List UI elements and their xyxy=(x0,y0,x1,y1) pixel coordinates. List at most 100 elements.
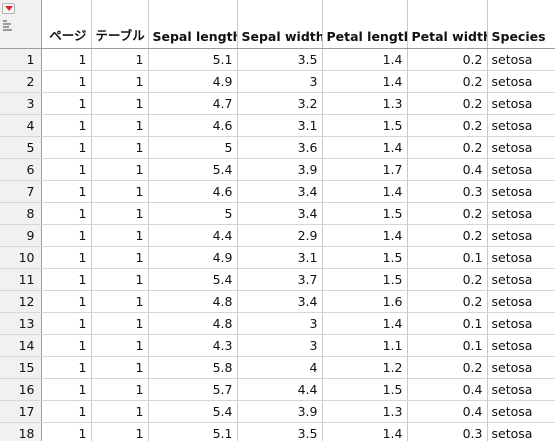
column-header-table[interactable]: テーブル xyxy=(91,0,149,49)
cell-petal-width[interactable]: 0.4 xyxy=(407,158,488,181)
table-row[interactable]: 14 1 1 4.3 3 1.1 0.1 setosa xyxy=(0,334,555,357)
column-header-species[interactable]: Species xyxy=(487,0,555,49)
row-number[interactable]: 15 xyxy=(0,356,42,379)
column-header-petal-length[interactable]: Petal length xyxy=(322,0,408,49)
row-number[interactable]: 1 xyxy=(0,48,42,71)
cell-sepal-width[interactable]: 3.5 xyxy=(237,422,323,441)
cell-table[interactable]: 1 xyxy=(91,334,149,357)
cell-sepal-length[interactable]: 5.4 xyxy=(148,158,238,181)
cell-page[interactable]: 1 xyxy=(41,268,92,291)
cell-species[interactable]: setosa xyxy=(487,378,555,401)
cell-petal-width[interactable]: 0.1 xyxy=(407,312,488,335)
cell-sepal-length[interactable]: 4.9 xyxy=(148,70,238,93)
table-row[interactable]: 13 1 1 4.8 3 1.4 0.1 setosa xyxy=(0,312,555,335)
cell-page[interactable]: 1 xyxy=(41,114,92,137)
cell-table[interactable]: 1 xyxy=(91,290,149,313)
table-row[interactable]: 17 1 1 5.4 3.9 1.3 0.4 setosa xyxy=(0,400,555,423)
cell-sepal-width[interactable]: 3.1 xyxy=(237,114,323,137)
cell-page[interactable]: 1 xyxy=(41,48,92,71)
row-number[interactable]: 18 xyxy=(0,422,42,441)
row-number[interactable]: 11 xyxy=(0,268,42,291)
cell-sepal-width[interactable]: 3.4 xyxy=(237,202,323,225)
cell-species[interactable]: setosa xyxy=(487,334,555,357)
cell-page[interactable]: 1 xyxy=(41,246,92,269)
cell-species[interactable]: setosa xyxy=(487,312,555,335)
column-header-page[interactable]: ページ xyxy=(41,0,92,49)
cell-page[interactable]: 1 xyxy=(41,158,92,181)
cell-petal-length[interactable]: 1.5 xyxy=(322,246,408,269)
column-header-petal-width[interactable]: Petal width xyxy=(407,0,488,49)
table-row[interactable]: 5 1 1 5 3.6 1.4 0.2 setosa xyxy=(0,136,555,159)
cell-species[interactable]: setosa xyxy=(487,48,555,71)
cell-page[interactable]: 1 xyxy=(41,180,92,203)
row-number[interactable]: 5 xyxy=(0,136,42,159)
cell-sepal-width[interactable]: 3 xyxy=(237,70,323,93)
table-row[interactable]: 1 1 1 5.1 3.5 1.4 0.2 setosa xyxy=(0,48,555,71)
cell-petal-width[interactable]: 0.4 xyxy=(407,378,488,401)
cell-petal-length[interactable]: 1.4 xyxy=(322,224,408,247)
cell-petal-width[interactable]: 0.2 xyxy=(407,70,488,93)
table-row[interactable]: 7 1 1 4.6 3.4 1.4 0.3 setosa xyxy=(0,180,555,203)
cell-petal-width[interactable]: 0.2 xyxy=(407,268,488,291)
cell-petal-width[interactable]: 0.1 xyxy=(407,334,488,357)
cell-sepal-width[interactable]: 3.7 xyxy=(237,268,323,291)
red-triangle-menu-icon[interactable] xyxy=(2,3,15,14)
column-list-icon[interactable] xyxy=(3,20,14,31)
cell-petal-length[interactable]: 1.4 xyxy=(322,48,408,71)
cell-page[interactable]: 1 xyxy=(41,136,92,159)
cell-table[interactable]: 1 xyxy=(91,202,149,225)
cell-table[interactable]: 1 xyxy=(91,70,149,93)
cell-petal-width[interactable]: 0.2 xyxy=(407,290,488,313)
cell-species[interactable]: setosa xyxy=(487,290,555,313)
cell-sepal-width[interactable]: 3.4 xyxy=(237,290,323,313)
cell-sepal-width[interactable]: 3 xyxy=(237,312,323,335)
row-number[interactable]: 9 xyxy=(0,224,42,247)
cell-page[interactable]: 1 xyxy=(41,356,92,379)
cell-sepal-length[interactable]: 5.1 xyxy=(148,422,238,441)
cell-petal-width[interactable]: 0.2 xyxy=(407,114,488,137)
cell-petal-length[interactable]: 1.4 xyxy=(322,180,408,203)
column-header-sepal-length[interactable]: Sepal length xyxy=(148,0,238,49)
table-row[interactable]: 11 1 1 5.4 3.7 1.5 0.2 setosa xyxy=(0,268,555,291)
cell-page[interactable]: 1 xyxy=(41,92,92,115)
cell-table[interactable]: 1 xyxy=(91,378,149,401)
cell-table[interactable]: 1 xyxy=(91,114,149,137)
cell-sepal-length[interactable]: 5.1 xyxy=(148,48,238,71)
cell-sepal-length[interactable]: 4.6 xyxy=(148,180,238,203)
cell-sepal-width[interactable]: 3.5 xyxy=(237,48,323,71)
table-row[interactable]: 16 1 1 5.7 4.4 1.5 0.4 setosa xyxy=(0,378,555,401)
cell-sepal-length[interactable]: 5.7 xyxy=(148,378,238,401)
cell-table[interactable]: 1 xyxy=(91,422,149,441)
cell-sepal-width[interactable]: 3.6 xyxy=(237,136,323,159)
cell-species[interactable]: setosa xyxy=(487,92,555,115)
cell-page[interactable]: 1 xyxy=(41,290,92,313)
cell-sepal-length[interactable]: 4.4 xyxy=(148,224,238,247)
cell-petal-length[interactable]: 1.2 xyxy=(322,356,408,379)
cell-species[interactable]: setosa xyxy=(487,202,555,225)
cell-table[interactable]: 1 xyxy=(91,400,149,423)
row-number[interactable]: 12 xyxy=(0,290,42,313)
column-header-sepal-width[interactable]: Sepal width xyxy=(237,0,323,49)
cell-petal-length[interactable]: 1.4 xyxy=(322,312,408,335)
row-number[interactable]: 10 xyxy=(0,246,42,269)
table-row[interactable]: 18 1 1 5.1 3.5 1.4 0.3 setosa xyxy=(0,422,555,441)
cell-petal-length[interactable]: 1.3 xyxy=(322,92,408,115)
cell-petal-width[interactable]: 0.2 xyxy=(407,92,488,115)
cell-page[interactable]: 1 xyxy=(41,70,92,93)
table-row[interactable]: 3 1 1 4.7 3.2 1.3 0.2 setosa xyxy=(0,92,555,115)
cell-petal-length[interactable]: 1.5 xyxy=(322,378,408,401)
cell-sepal-length[interactable]: 4.9 xyxy=(148,246,238,269)
row-number[interactable]: 17 xyxy=(0,400,42,423)
row-number[interactable]: 7 xyxy=(0,180,42,203)
row-number[interactable]: 13 xyxy=(0,312,42,335)
cell-page[interactable]: 1 xyxy=(41,378,92,401)
cell-table[interactable]: 1 xyxy=(91,180,149,203)
cell-sepal-length[interactable]: 5.4 xyxy=(148,268,238,291)
row-number[interactable]: 3 xyxy=(0,92,42,115)
row-number[interactable]: 8 xyxy=(0,202,42,225)
cell-petal-width[interactable]: 0.2 xyxy=(407,356,488,379)
cell-sepal-length[interactable]: 5 xyxy=(148,136,238,159)
cell-species[interactable]: setosa xyxy=(487,268,555,291)
row-number[interactable]: 2 xyxy=(0,70,42,93)
cell-sepal-length[interactable]: 4.7 xyxy=(148,92,238,115)
